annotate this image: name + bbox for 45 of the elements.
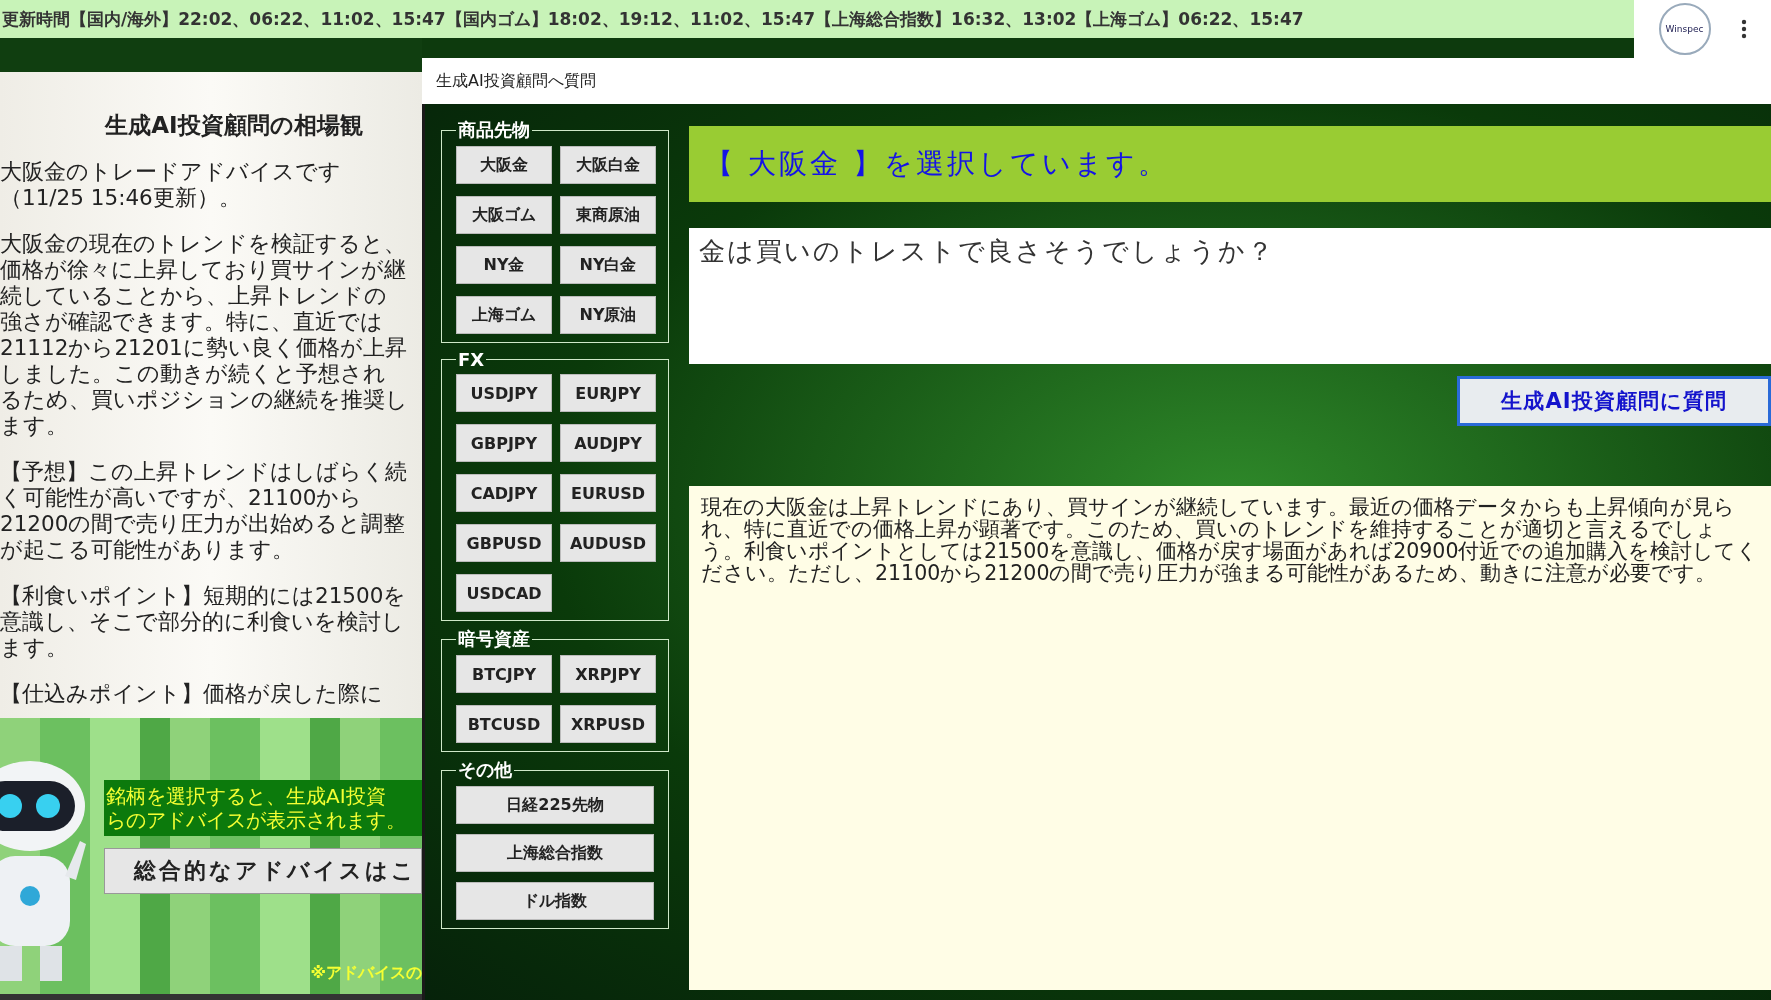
advice-paragraph: 【仕込みポイント】価格が戻した際に	[0, 681, 384, 707]
instruction-banner: 銘柄を選択すると、生成AI投資 らのアドバイスが表示されます。	[104, 780, 422, 836]
instrument-button[interactable]: XRPUSD	[560, 705, 656, 743]
instrument-button[interactable]: EURJPY	[560, 374, 656, 412]
advice-paragraph: 大阪金のトレードアドバイスです（11/25 15:46更新）。	[0, 159, 342, 211]
ask-button[interactable]: 生成AI投資顧問に質問	[1457, 376, 1771, 426]
update-times-text: 更新時間【国内/海外】22:02、06:22、11:02、15:47【国内ゴム】18:02、19:12、11:02、15:47【上海総合指数】16:32、13:02【上海ゴム】06:22、15:47	[1, 7, 1305, 31]
group-label: FX	[457, 349, 486, 370]
instrument-button[interactable]: USDJPY	[456, 374, 552, 412]
menu-icon[interactable]	[1740, 19, 1747, 39]
overall-advice-button[interactable]: 総合的なアドバイスはこ	[104, 848, 422, 894]
instrument-button[interactable]: GBPUSD	[456, 524, 552, 562]
instrument-button[interactable]: 東商原油	[560, 196, 656, 234]
instrument-button[interactable]: 大阪ゴム	[456, 196, 552, 234]
question-field[interactable]: 金は買いのトレストで良さそうでしょうか？	[689, 228, 1771, 364]
answer-text: 現在の大阪金は上昇トレンドにあり、買サインが継続しています。最近の価格データからも上昇傾向が見られ、特に直近での価格上昇が顕著です。このため、買いのトレンドを維持することが適切と言えるでしょう。利食いポイントとしては21500を意識し、価格が戻す場面があれば20900付近での追加購入を検討してください。ただし、21100から21200の間で売り圧力が強まる可能性があるため、動きに注意が必要です。	[701, 496, 1759, 584]
instrument-button[interactable]: BTCUSD	[456, 705, 552, 743]
instrument-button[interactable]: NY金	[456, 246, 552, 284]
advice-paragraph: 大阪金の現在のトレンドを検証すると、価格が徐々に上昇しており買サインが継続していることから、上昇トレンドの強さが確認できます。特に、直近では21112から21201に勢い良く価格が上昇しました。この動きが続くと予想されるため、買いポジションの継続を推奨します。	[0, 231, 408, 439]
instrument-button[interactable]: USDCAD	[456, 574, 552, 612]
instrument-button[interactable]: XRPJPY	[560, 655, 656, 693]
selection-banner: 【 大阪金 】を選択しています。	[689, 126, 1771, 202]
group-label: 暗号資産	[457, 627, 531, 651]
instrument-button[interactable]: 大阪金	[456, 146, 552, 184]
instrument-button[interactable]: GBPJPY	[456, 424, 552, 462]
instrument-button[interactable]: BTCJPY	[456, 655, 552, 693]
instrument-button[interactable]: NY白金	[560, 246, 656, 284]
group-label: その他	[457, 758, 513, 782]
instrument-button[interactable]: ドル指数	[456, 882, 654, 920]
instrument-button[interactable]: AUDJPY	[560, 424, 656, 462]
instrument-button[interactable]: AUDUSD	[560, 524, 656, 562]
instrument-button[interactable]: 上海ゴム	[456, 296, 552, 334]
panel-title: 生成AI投資顧問の相場観	[103, 111, 364, 140]
instrument-button[interactable]: 日経225先物	[456, 786, 654, 824]
group-label: 商品先物	[457, 118, 531, 142]
instrument-button[interactable]: EURUSD	[560, 474, 656, 512]
dialog-title: 生成AI投資顧問へ質問	[435, 70, 597, 92]
instrument-button[interactable]: 上海総合指数	[456, 834, 654, 872]
advice-paragraph: 【利食いポイント】短期的には21500を意識し、そこで部分的に利食いを検討します。	[0, 583, 408, 661]
instrument-button[interactable]: 大阪白金	[560, 146, 656, 184]
instrument-button[interactable]: CADJPY	[456, 474, 552, 512]
advice-paragraph: 【予想】この上昇トレンドはしばらく続く可能性が高いですが、21100から21200の間で売り圧力が出始めると調整が起こる可能性があります。	[0, 459, 408, 563]
advice-note: ※アドバイスの	[310, 963, 422, 984]
logo-icon: Winspec	[1658, 3, 1711, 55]
instrument-button[interactable]: NY原油	[560, 296, 656, 334]
